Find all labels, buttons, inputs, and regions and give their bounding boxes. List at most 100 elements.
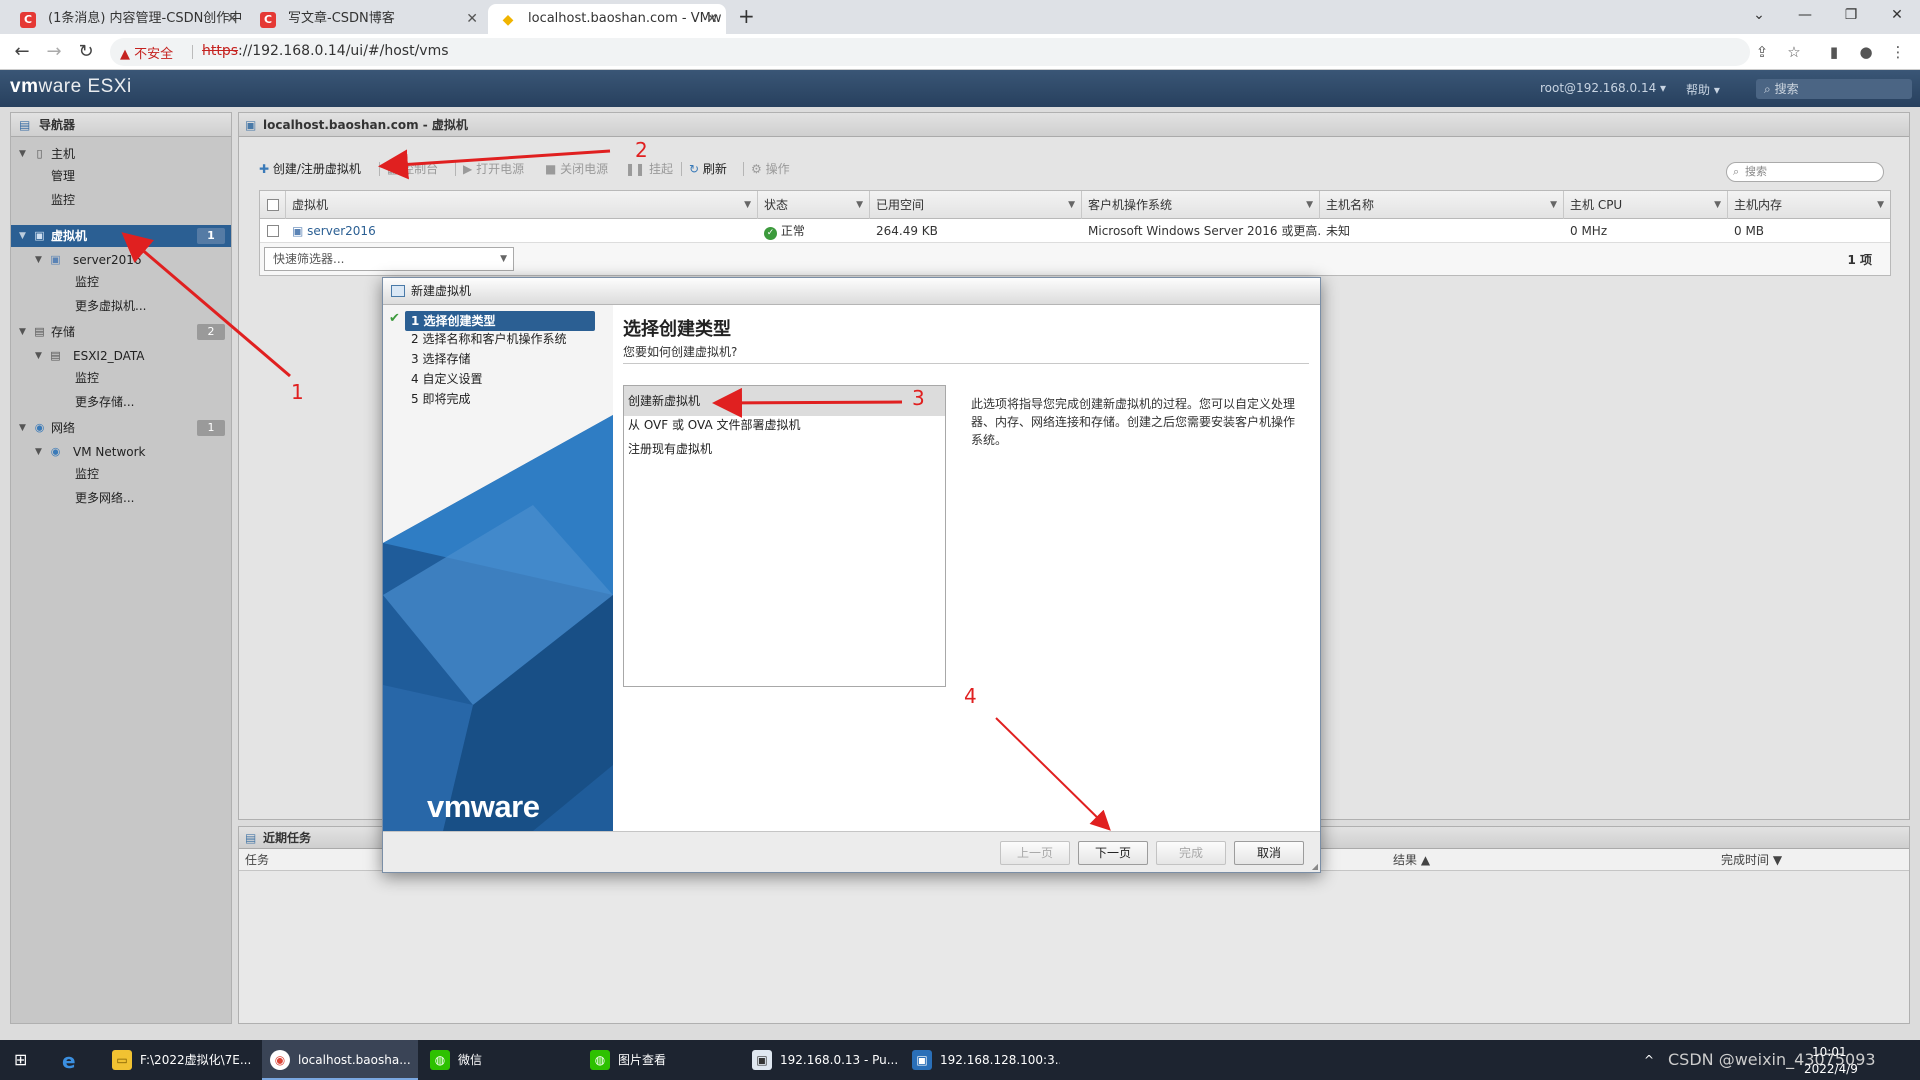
- chevron-down-icon[interactable]: ▼: [744, 191, 751, 219]
- taskbar-chrome[interactable]: ◉ localhost.baosha...: [262, 1040, 418, 1080]
- nav-datastore[interactable]: ▼ ▤ ESXI2_DATA: [11, 345, 231, 367]
- expand-arrow-icon[interactable]: ▼: [19, 321, 26, 343]
- refresh-button[interactable]: ↻ 刷新: [689, 159, 727, 179]
- back-button[interactable]: 上一页: [1000, 841, 1070, 865]
- power-off-button[interactable]: ■ 关闭电源: [545, 159, 608, 179]
- nav-vm-monitor[interactable]: 监控: [11, 271, 231, 293]
- chevron-down-icon[interactable]: ▼: [1714, 191, 1721, 219]
- close-tab-icon[interactable]: ✕: [466, 4, 478, 34]
- chevron-down-icon[interactable]: ▼: [1877, 191, 1884, 219]
- share-icon[interactable]: ⇪: [1752, 42, 1772, 62]
- tab-csdn-content[interactable]: C (1条消息) 内容管理-CSDN创作中 ✕: [8, 4, 246, 34]
- row-checkbox[interactable]: [267, 225, 279, 237]
- nav-storage[interactable]: ▼ ▤ 存储 2: [11, 321, 231, 343]
- console-button[interactable]: ▦ 控制台: [387, 159, 438, 179]
- back-icon[interactable]: ←: [10, 40, 34, 64]
- header-search-input[interactable]: ⌕ 搜索: [1756, 79, 1912, 99]
- nav-more-vms[interactable]: 更多虚拟机...: [11, 295, 231, 317]
- nav-more-storage[interactable]: 更多存储...: [11, 391, 231, 413]
- nav-network-monitor[interactable]: 监控: [11, 463, 231, 485]
- select-all-checkbox[interactable]: [267, 199, 279, 211]
- expand-arrow-icon[interactable]: ▼: [35, 441, 42, 463]
- cancel-button[interactable]: 取消: [1234, 841, 1304, 865]
- edge-icon[interactable]: e: [62, 1049, 76, 1073]
- close-tab-icon[interactable]: ✕: [706, 4, 718, 34]
- column-label: 已用空间: [876, 198, 925, 212]
- forward-icon[interactable]: →: [42, 40, 66, 64]
- tray-overflow-icon[interactable]: ^: [1644, 1040, 1654, 1080]
- column-header-task[interactable]: 任务: [239, 849, 269, 871]
- insecure-warning[interactable]: ▲ 不安全: [120, 43, 173, 62]
- expand-arrow-icon[interactable]: ▼: [19, 417, 26, 439]
- nav-host-manage[interactable]: 管理: [11, 165, 231, 187]
- actions-button[interactable]: ⚙ 操作: [751, 159, 790, 179]
- tab-search-icon[interactable]: ⌄: [1736, 0, 1782, 30]
- column-header-host-cpu[interactable]: 主机 CPU ▼: [1564, 191, 1728, 219]
- new-tab-button[interactable]: +: [738, 4, 755, 28]
- nav-network[interactable]: ▼ ◉ 网络 1: [11, 417, 231, 439]
- storage-icon: ▤: [34, 325, 45, 338]
- wizard-step-2[interactable]: 2 选择名称和客户机操作系统: [405, 329, 595, 349]
- column-header-guest-os[interactable]: 客户机操作系统 ▼: [1082, 191, 1320, 219]
- taskbar-remote-desktop[interactable]: ▣ 192.168.128.100:3...: [904, 1040, 1060, 1080]
- taskbar-wechat[interactable]: ◍ 微信: [422, 1040, 578, 1080]
- side-panel-icon[interactable]: ▮: [1824, 42, 1844, 62]
- create-register-vm-button[interactable]: ✚ 创建/注册虚拟机: [259, 159, 361, 179]
- column-header-host-memory[interactable]: 主机内存 ▼: [1728, 191, 1890, 219]
- expand-arrow-icon[interactable]: ▼: [35, 345, 42, 367]
- restore-button[interactable]: ❐: [1828, 0, 1874, 30]
- next-button[interactable]: 下一页: [1078, 841, 1148, 865]
- vm-search-input[interactable]: ⌕ 搜索: [1726, 162, 1884, 182]
- column-label: 客户机操作系统: [1088, 198, 1173, 212]
- column-header-completed-time[interactable]: 完成时间 ▼: [1715, 849, 1782, 871]
- bookmark-star-icon[interactable]: ☆: [1784, 42, 1804, 62]
- close-window-button[interactable]: ✕: [1874, 0, 1920, 30]
- chevron-down-icon[interactable]: ▼: [1306, 191, 1313, 219]
- wizard-step-5[interactable]: 5 即将完成: [405, 389, 595, 409]
- nav-more-networks[interactable]: 更多网络...: [11, 487, 231, 509]
- wizard-step-4[interactable]: 4 自定义设置: [405, 369, 595, 389]
- tab-esxi[interactable]: ◆ localhost.baoshan.com - VMw ✕: [488, 4, 726, 34]
- option-register-existing-vm[interactable]: 注册现有虚拟机: [624, 434, 945, 464]
- nav-storage-monitor[interactable]: 监控: [11, 367, 231, 389]
- url-input[interactable]: ▲ 不安全 https://192.168.0.14/ui/#/host/vms: [110, 38, 1750, 66]
- expand-arrow-icon[interactable]: ▼: [35, 249, 42, 271]
- column-header-status[interactable]: 状态 ▼: [758, 191, 870, 219]
- nav-vm-network[interactable]: ▼ ◉ VM Network: [11, 441, 231, 463]
- table-row[interactable]: ▣ server2016 ✓ 正常 264.49 KB Microsoft Wi…: [260, 219, 1890, 243]
- expand-arrow-icon[interactable]: ▼: [19, 143, 26, 165]
- taskbar-explorer[interactable]: ▭ F:\2022虚拟化\7E...: [104, 1040, 260, 1080]
- chevron-down-icon[interactable]: ▼: [1068, 191, 1075, 219]
- quick-filter-dropdown[interactable]: 快速筛选器... ▼: [264, 247, 514, 271]
- vm-name-link[interactable]: ▣ server2016: [286, 219, 758, 243]
- reload-icon[interactable]: ↻: [74, 40, 98, 64]
- nav-virtual-machines[interactable]: ▼ ▣ 虚拟机 1: [11, 225, 231, 247]
- wizard-step-3[interactable]: 3 选择存储: [405, 349, 595, 369]
- windows-start-icon[interactable]: ⊞: [14, 1051, 32, 1069]
- column-header-result[interactable]: 结果 ▲: [1387, 849, 1430, 871]
- chevron-down-icon[interactable]: ▼: [1550, 191, 1557, 219]
- chevron-down-icon[interactable]: ▼: [856, 191, 863, 219]
- minimize-button[interactable]: —: [1782, 0, 1828, 30]
- nav-host-monitor[interactable]: 监控: [11, 189, 231, 211]
- user-menu[interactable]: root@192.168.0.14 ▾: [1540, 81, 1666, 95]
- resize-grip-icon[interactable]: ◢: [1312, 862, 1318, 871]
- column-header-hostname[interactable]: 主机名称 ▼: [1320, 191, 1564, 219]
- help-menu[interactable]: 帮助 ▾: [1686, 81, 1720, 98]
- expand-arrow-icon[interactable]: ▼: [19, 225, 26, 247]
- taskbar-putty[interactable]: ▣ 192.168.0.13 - Pu...: [744, 1040, 900, 1080]
- menu-icon[interactable]: ⋮: [1888, 42, 1908, 62]
- nav-host[interactable]: ▼ ▯ 主机: [11, 143, 231, 165]
- close-tab-icon[interactable]: ✕: [226, 4, 238, 34]
- taskbar-image-viewer[interactable]: ◍ 图片查看: [582, 1040, 738, 1080]
- profile-avatar-icon[interactable]: ●: [1856, 42, 1876, 62]
- wizard-step-1[interactable]: 1 选择创建类型: [405, 311, 595, 331]
- power-on-button[interactable]: ▶ 打开电源: [463, 159, 524, 179]
- nav-vm-server2016[interactable]: ▼ ▣ server2016: [11, 249, 231, 271]
- column-header-vm[interactable]: 虚拟机 ▼: [286, 191, 758, 219]
- suspend-button[interactable]: ❚❚ 挂起: [625, 159, 673, 179]
- finish-button[interactable]: 完成: [1156, 841, 1226, 865]
- tab-csdn-write[interactable]: C 写文章-CSDN博客 ✕: [248, 4, 486, 34]
- column-header-used-space[interactable]: 已用空间 ▼: [870, 191, 1082, 219]
- taskbar-label: localhost.baosha...: [298, 1053, 411, 1067]
